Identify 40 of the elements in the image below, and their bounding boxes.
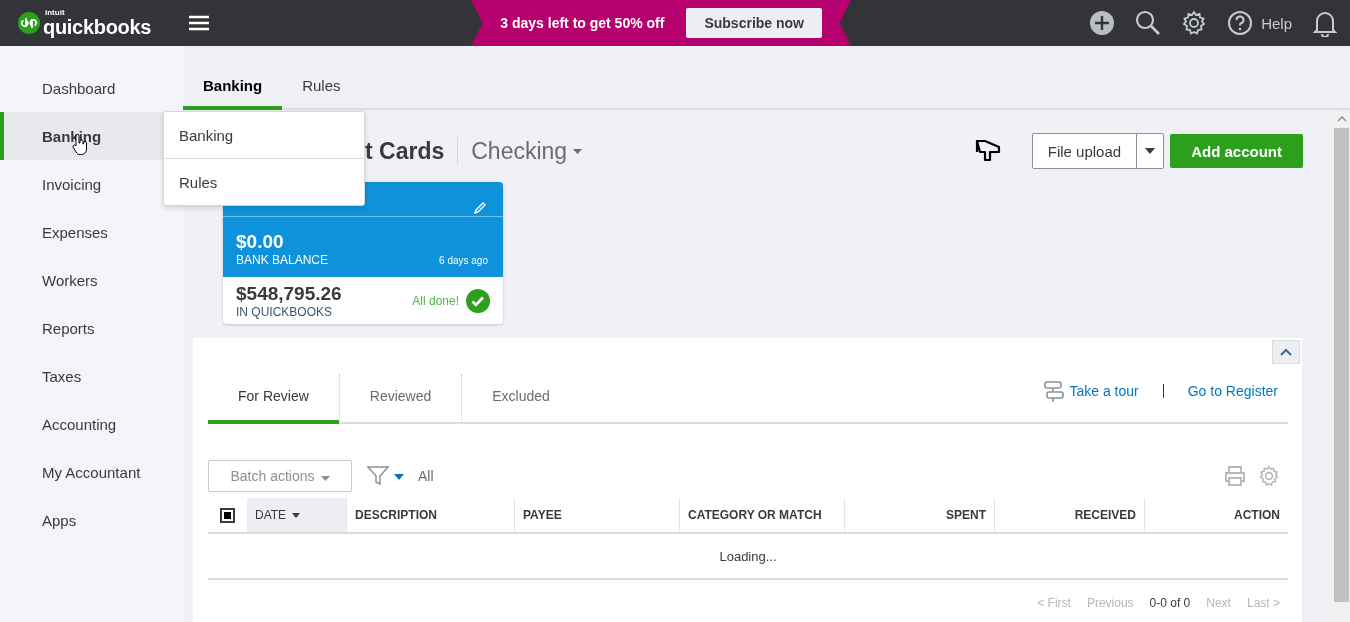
tab[interactable]: Rules bbox=[282, 77, 361, 110]
sidebar-item[interactable]: Reports bbox=[0, 304, 183, 352]
sidebar-item[interactable]: My Accountant bbox=[0, 448, 183, 496]
page-title: t Cards bbox=[365, 137, 445, 165]
column-header[interactable]: SPENT bbox=[845, 498, 995, 532]
take-a-tour-link[interactable]: Take a tour bbox=[1069, 383, 1139, 399]
tab[interactable]: Reviewed bbox=[338, 374, 462, 424]
sidebar-item[interactable]: Workers bbox=[0, 256, 183, 304]
logo-text: quickbooks bbox=[43, 17, 152, 37]
subscribe-button[interactable]: Subscribe now bbox=[686, 8, 822, 38]
quickbooks-balance: $548,795.26 bbox=[236, 283, 342, 305]
filter-value: All bbox=[418, 468, 434, 484]
page-range: 0-0 of 0 bbox=[1149, 596, 1191, 610]
sidebar-item[interactable]: Accounting bbox=[0, 400, 183, 448]
column-header[interactable]: ACTION bbox=[1145, 498, 1288, 532]
column-header[interactable]: RECEIVED bbox=[995, 498, 1145, 532]
sidebar-item[interactable]: Apps bbox=[0, 496, 183, 544]
menu-item[interactable]: Banking bbox=[164, 112, 364, 159]
bank-balance: $0.00 bbox=[236, 231, 285, 253]
sidebar-item[interactable]: Taxes bbox=[0, 352, 183, 400]
column-header[interactable]: CATEGORY OR MATCH bbox=[680, 498, 845, 532]
status-text: All done! bbox=[412, 294, 459, 308]
go-to-register-link[interactable]: Go to Register bbox=[1187, 383, 1278, 399]
bank-balance-label: BANK BALANCE bbox=[236, 253, 329, 267]
help-link[interactable]: Help bbox=[1261, 14, 1292, 32]
file-upload-button[interactable]: File upload bbox=[1031, 133, 1165, 169]
logo-small-text: intuit bbox=[45, 9, 66, 17]
sidebar-item[interactable]: Dashboard bbox=[0, 64, 183, 112]
column-header[interactable]: DESCRIPTION bbox=[347, 498, 515, 532]
promo-text: 3 days left to get 50% off bbox=[500, 15, 665, 31]
account-dropdown[interactable]: Checking bbox=[471, 137, 568, 165]
sidebar-item[interactable]: Expenses bbox=[0, 208, 183, 256]
column-header[interactable]: DATE bbox=[247, 498, 347, 532]
quickbooks-balance-label: IN QUICKBOOKS bbox=[236, 305, 334, 319]
tab[interactable]: Excluded bbox=[461, 374, 580, 424]
tab[interactable]: For Review bbox=[208, 374, 339, 424]
account-card[interactable]: $0.00 BANK BALANCE 6 days ago $548,795.26 IN QUICKBOOKS All done! bbox=[223, 182, 503, 324]
updated-time: 6 days ago bbox=[439, 255, 488, 266]
column-header[interactable]: PAYEE bbox=[515, 498, 680, 532]
loading-text: Loading... bbox=[719, 548, 777, 564]
